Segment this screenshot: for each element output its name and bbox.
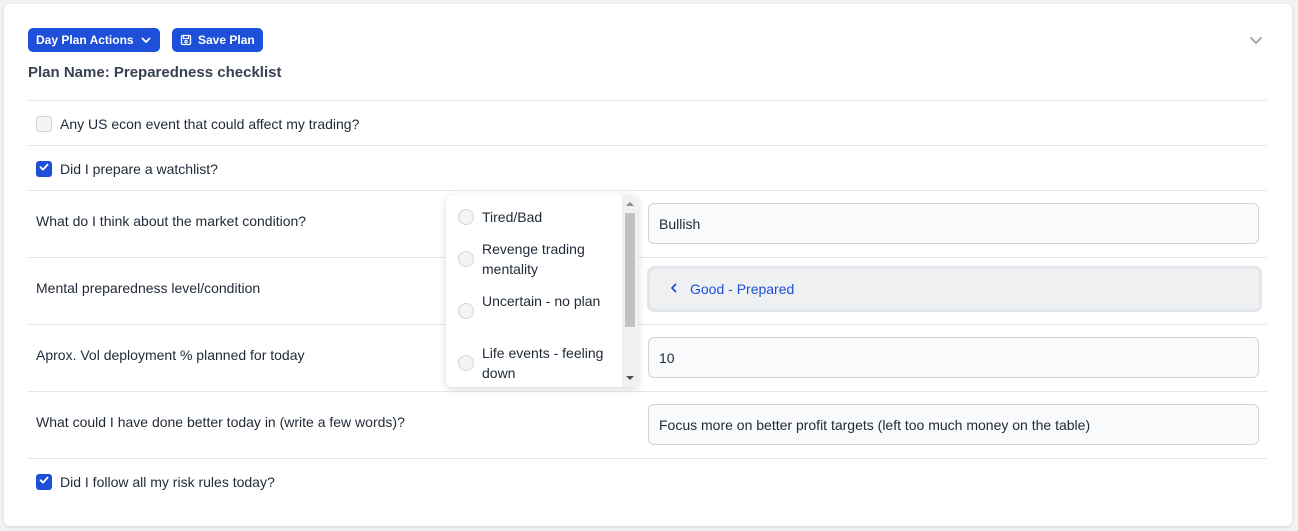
check-icon <box>38 160 50 178</box>
checkbox-watchlist[interactable] <box>36 161 52 177</box>
option-label: Revenge trading mentality <box>482 241 585 277</box>
scroll-down-arrow-icon[interactable] <box>626 374 634 382</box>
day-plan-card: Day Plan Actions Save Plan Plan Name: Pr… <box>4 4 1292 526</box>
save-icon <box>180 34 192 46</box>
dropdown-option[interactable]: Life events - feeling down <box>458 343 623 385</box>
checklist-label: Any US econ event that could affect my t… <box>60 116 360 132</box>
plan-title: Plan Name: Preparedness checklist <box>28 64 282 81</box>
checklist-label: Did I prepare a watchlist? <box>60 161 218 177</box>
question-label: Aprox. Vol deployment % planned for toda… <box>36 347 305 363</box>
radio-button[interactable] <box>458 209 474 225</box>
mental-preparedness-dropdown[interactable]: Tired/Bad Revenge trading mentality Unce… <box>446 195 638 387</box>
collapse-chevron-icon[interactable] <box>1244 28 1268 52</box>
chevron-down-icon <box>140 34 152 46</box>
market-condition-field[interactable]: Bullish <box>648 203 1259 244</box>
question-label: What do I think about the market conditi… <box>36 213 307 229</box>
dropdown-option[interactable]: Tired/Bad <box>458 207 623 229</box>
scroll-thumb[interactable] <box>625 213 635 327</box>
scroll-up-arrow-icon[interactable] <box>626 200 634 208</box>
improvement-notes-field[interactable]: Focus more on better profit targets (lef… <box>648 404 1259 445</box>
question-label: Mental preparedness level/condition <box>36 280 261 296</box>
day-plan-actions-label: Day Plan Actions <box>36 33 134 47</box>
radio-button[interactable] <box>458 251 474 267</box>
option-label: Tired/Bad <box>482 209 543 225</box>
dropdown-option[interactable]: Uncertain - no plan <box>458 291 623 333</box>
checklist-row: Did I prepare a watchlist? <box>28 145 1267 190</box>
check-icon <box>38 473 50 491</box>
save-plan-button[interactable]: Save Plan <box>172 28 263 52</box>
vol-deployment-field[interactable]: 10 <box>648 337 1259 378</box>
question-label: What could I have done better today in (… <box>36 414 405 430</box>
checklist-row: Any US econ event that could affect my t… <box>28 100 1267 145</box>
checkbox-risk-rules[interactable] <box>36 474 52 490</box>
mental-preparedness-select[interactable]: Good - Prepared <box>647 266 1262 312</box>
checklist-label: Did I follow all my risk rules today? <box>60 474 275 490</box>
dropdown-scrollbar[interactable] <box>622 195 638 387</box>
option-label: Uncertain - no plan <box>482 293 601 309</box>
save-plan-label: Save Plan <box>198 33 255 47</box>
option-label: Life events - feeling down <box>482 345 604 381</box>
radio-button[interactable] <box>458 355 474 371</box>
chevron-left-icon <box>668 281 680 297</box>
checkbox-us-econ-event[interactable] <box>36 116 52 132</box>
dropdown-option[interactable]: Revenge trading mentality <box>458 239 623 281</box>
checklist-row: Did I follow all my risk rules today? <box>28 458 1267 503</box>
radio-button[interactable] <box>458 303 474 319</box>
selected-value: Good - Prepared <box>690 281 795 297</box>
day-plan-actions-button[interactable]: Day Plan Actions <box>28 28 160 52</box>
